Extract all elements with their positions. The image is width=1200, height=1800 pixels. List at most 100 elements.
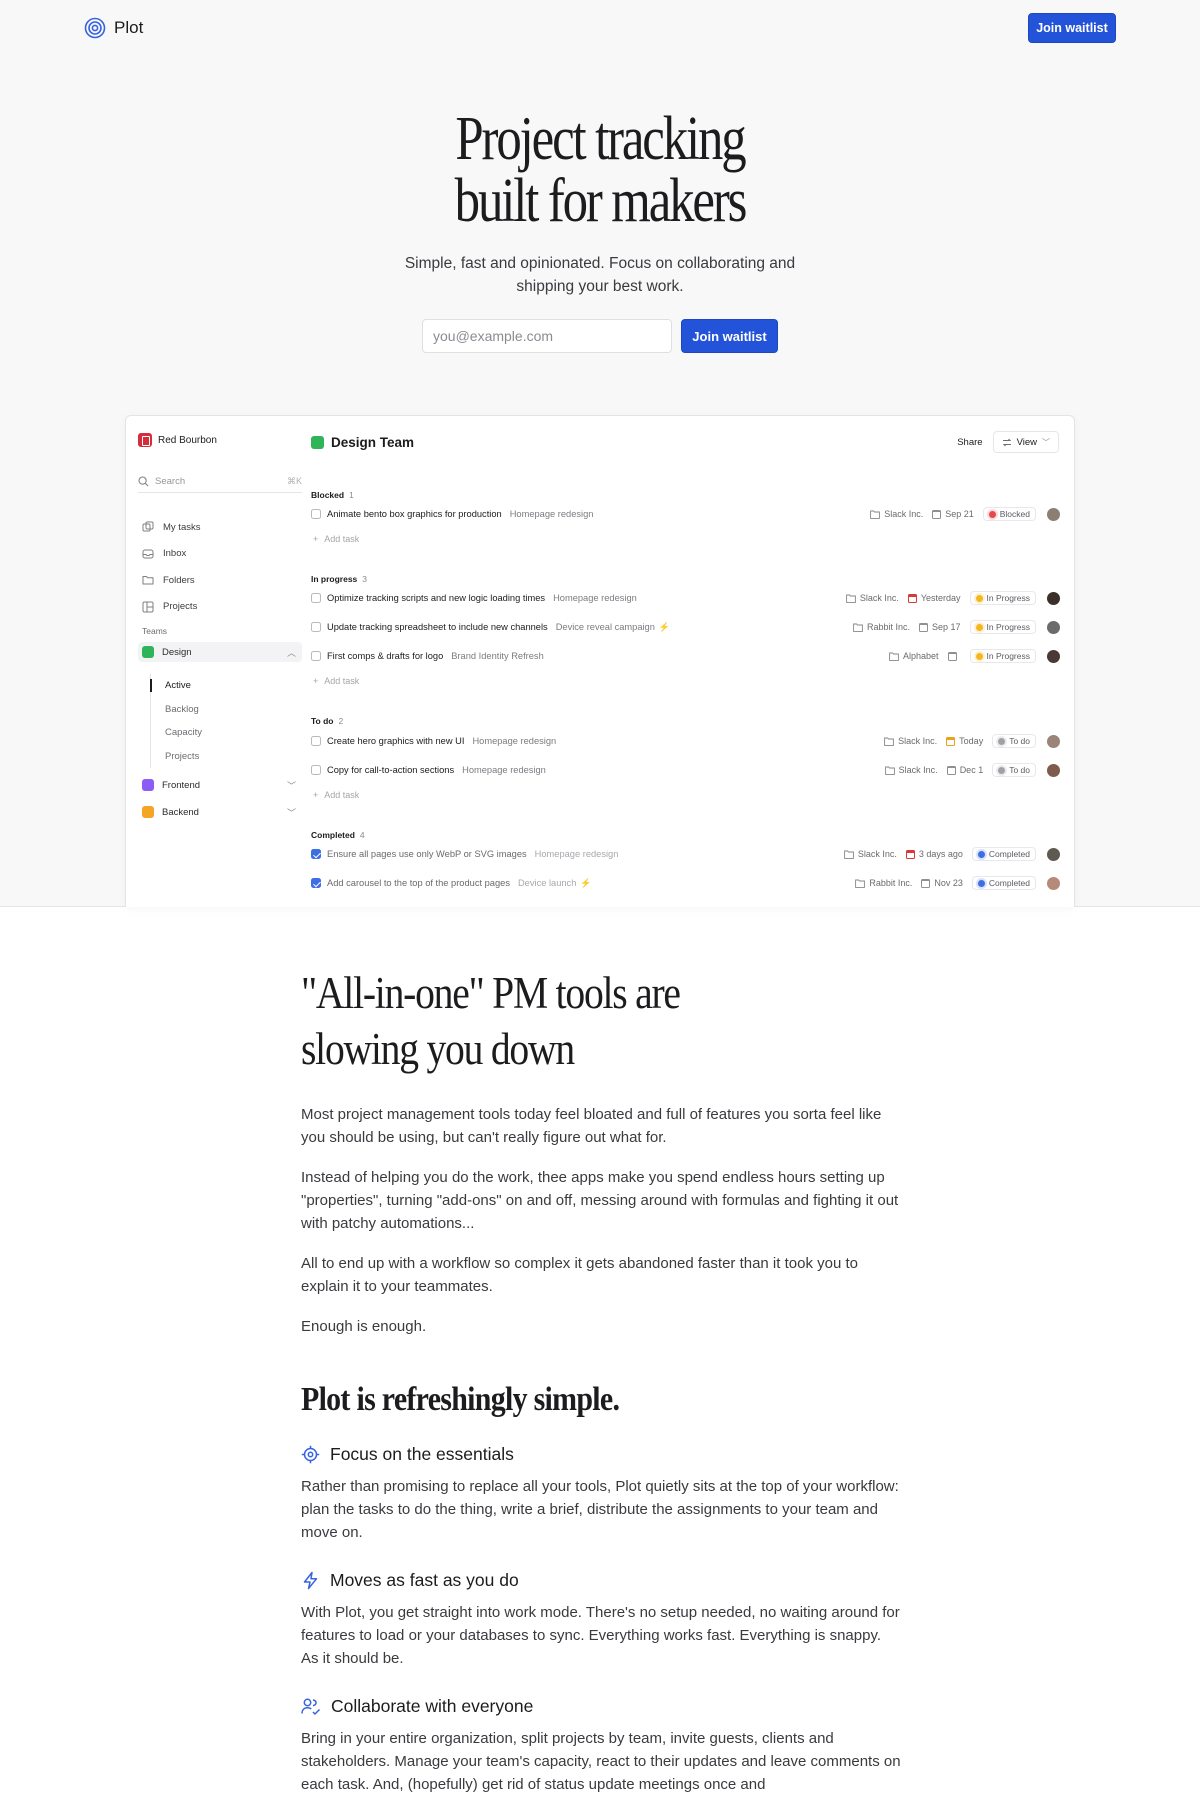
feature-title: Collaborate with everyone (331, 1696, 534, 1716)
task-project[interactable]: Homepage redesign (472, 736, 556, 746)
folder-icon (889, 652, 899, 661)
task-row[interactable]: Add carousel to the top of the product p… (311, 874, 1060, 892)
subnav-item-backlog[interactable]: Backlog (151, 698, 202, 722)
sidebar-team-frontend[interactable]: Frontend ﹀ (138, 775, 302, 795)
task-client[interactable]: Rabbit Inc. (855, 878, 912, 888)
task-checkbox[interactable] (311, 736, 321, 746)
task-checkbox[interactable] (311, 593, 321, 603)
task-project[interactable]: Homepage redesign (553, 593, 637, 603)
group-title[interactable]: To do 2 (311, 716, 343, 726)
task-project[interactable]: Homepage redesign (462, 765, 546, 775)
avatar[interactable] (1047, 649, 1060, 663)
task-date-label: Yesterday (920, 593, 961, 603)
task-client[interactable]: Alphabet (889, 651, 939, 661)
task-checkbox[interactable] (311, 651, 321, 661)
task-project[interactable]: Device launch (518, 878, 576, 888)
share-button[interactable]: Share (957, 437, 982, 448)
group-title-label: In progress (311, 574, 358, 584)
task-checkbox[interactable] (311, 765, 321, 775)
task-row[interactable]: Optimize tracking scripts and new logic … (311, 589, 1060, 607)
task-client-label: Slack Inc. (859, 593, 899, 603)
subnav-item-active[interactable]: Active (150, 674, 202, 698)
task-row[interactable]: Ensure all pages use only WebP or SVG im… (311, 845, 1060, 863)
avatar[interactable] (1047, 876, 1060, 890)
hero-join-waitlist-button[interactable]: Join waitlist (681, 319, 778, 353)
avatar[interactable] (1047, 763, 1060, 777)
task-row[interactable]: First comps & drafts for logo Brand Ident… (311, 647, 1060, 665)
task-row[interactable]: Create hero graphics with new UI Homepage… (311, 732, 1060, 750)
task-checkbox[interactable] (311, 509, 321, 519)
subnav-item-capacity[interactable]: Capacity (151, 721, 202, 745)
task-date[interactable]: Today (946, 736, 983, 746)
group-title[interactable]: Completed 4 (311, 830, 365, 840)
avatar[interactable] (1047, 734, 1060, 748)
add-task-label: Add task (324, 534, 360, 544)
task-meta: Rabbit Inc. Nov 23 Completed (855, 876, 1060, 890)
status-badge[interactable]: In Progress (969, 620, 1036, 634)
status-badge[interactable]: To do (992, 734, 1036, 748)
task-project[interactable]: Homepage redesign (510, 509, 594, 519)
folder-icon (845, 594, 856, 603)
status-badge[interactable]: To do (992, 763, 1036, 777)
add-task-button[interactable]: + Add task (313, 790, 359, 800)
avatar[interactable] (1047, 847, 1060, 861)
task-client-label: Slack Inc. (857, 849, 897, 859)
task-date[interactable]: Dec 1 (946, 765, 983, 775)
task-date[interactable]: 3 days ago (905, 849, 963, 859)
task-row[interactable]: Animate bento box graphics for productio… (311, 505, 1060, 523)
sidebar-item-inbox[interactable]: Inbox (142, 541, 200, 568)
task-client[interactable]: Slack Inc. (870, 509, 923, 519)
task-checkbox[interactable] (311, 878, 321, 888)
task-client[interactable]: Slack Inc. (884, 765, 938, 775)
status-badge[interactable]: Completed (971, 847, 1036, 861)
calendar-icon (946, 765, 956, 775)
avatar[interactable] (1047, 620, 1060, 634)
email-input[interactable] (422, 319, 672, 353)
task-client[interactable]: Slack Inc. (845, 593, 899, 603)
task-date[interactable]: Yesterday (907, 593, 961, 603)
sidebar-item-folders[interactable]: Folders (142, 567, 200, 594)
chevron-down-icon: ﹀ (286, 807, 296, 818)
task-client[interactable]: Slack Inc. (884, 736, 937, 746)
sidebar-item-my-tasks[interactable]: My tasks (142, 514, 200, 541)
task-date[interactable]: Sep 17 (919, 622, 961, 632)
task-checkbox[interactable] (311, 849, 321, 859)
task-checkbox[interactable] (311, 622, 321, 632)
subnav-item-projects[interactable]: Projects (151, 745, 202, 769)
group-title[interactable]: Blocked 1 (311, 490, 354, 500)
add-task-button[interactable]: + Add task (313, 676, 359, 686)
status-badge[interactable]: Completed (971, 876, 1036, 890)
status-badge[interactable]: In Progress (969, 649, 1036, 663)
nav-join-waitlist-button[interactable]: Join waitlist (1028, 13, 1116, 43)
task-date[interactable]: Sep 21 (932, 509, 974, 519)
status-badge[interactable]: Blocked (982, 507, 1036, 521)
group-title[interactable]: In progress 3 (311, 574, 367, 584)
sidebar-item-projects[interactable]: Projects (142, 594, 200, 621)
task-row[interactable]: Copy for call-to-action sections Homepage… (311, 761, 1060, 779)
lightning-icon (303, 1571, 318, 1590)
task-client[interactable]: Slack Inc. (843, 849, 897, 859)
app-preview: Red Bourbon Search ⌘K My tasks Inbox Fol… (125, 415, 1075, 907)
why-title-line-2: slowing you down (301, 1024, 575, 1074)
workspace-switcher[interactable]: Red Bourbon (138, 433, 217, 447)
task-client-label: Alphabet (903, 651, 939, 661)
add-task-button[interactable]: + Add task (313, 534, 359, 544)
sidebar-team-design[interactable]: Design ︿ (138, 642, 302, 662)
view-button[interactable]: View ﹀ (992, 431, 1059, 453)
task-project[interactable]: Device reveal campaign (556, 622, 655, 632)
task-project[interactable]: Brand Identity Refresh (451, 651, 544, 661)
team-name: Frontend (162, 779, 201, 791)
task-row[interactable]: Update tracking spreadsheet to include n… (311, 618, 1060, 636)
task-date[interactable] (947, 651, 961, 661)
brand[interactable]: Plot (84, 17, 143, 39)
task-client[interactable]: Rabbit Inc. (853, 622, 910, 632)
sidebar-search[interactable]: Search ⌘K (138, 471, 302, 493)
status-dot-icon (977, 879, 985, 887)
avatar[interactable] (1047, 507, 1060, 521)
task-date[interactable]: Nov 23 (921, 878, 963, 888)
status-badge[interactable]: In Progress (969, 591, 1036, 605)
chevron-down-icon: ﹀ (286, 780, 296, 791)
sidebar-team-backend[interactable]: Backend ﹀ (138, 802, 302, 822)
task-project[interactable]: Homepage redesign (535, 849, 619, 859)
avatar[interactable] (1047, 591, 1060, 605)
